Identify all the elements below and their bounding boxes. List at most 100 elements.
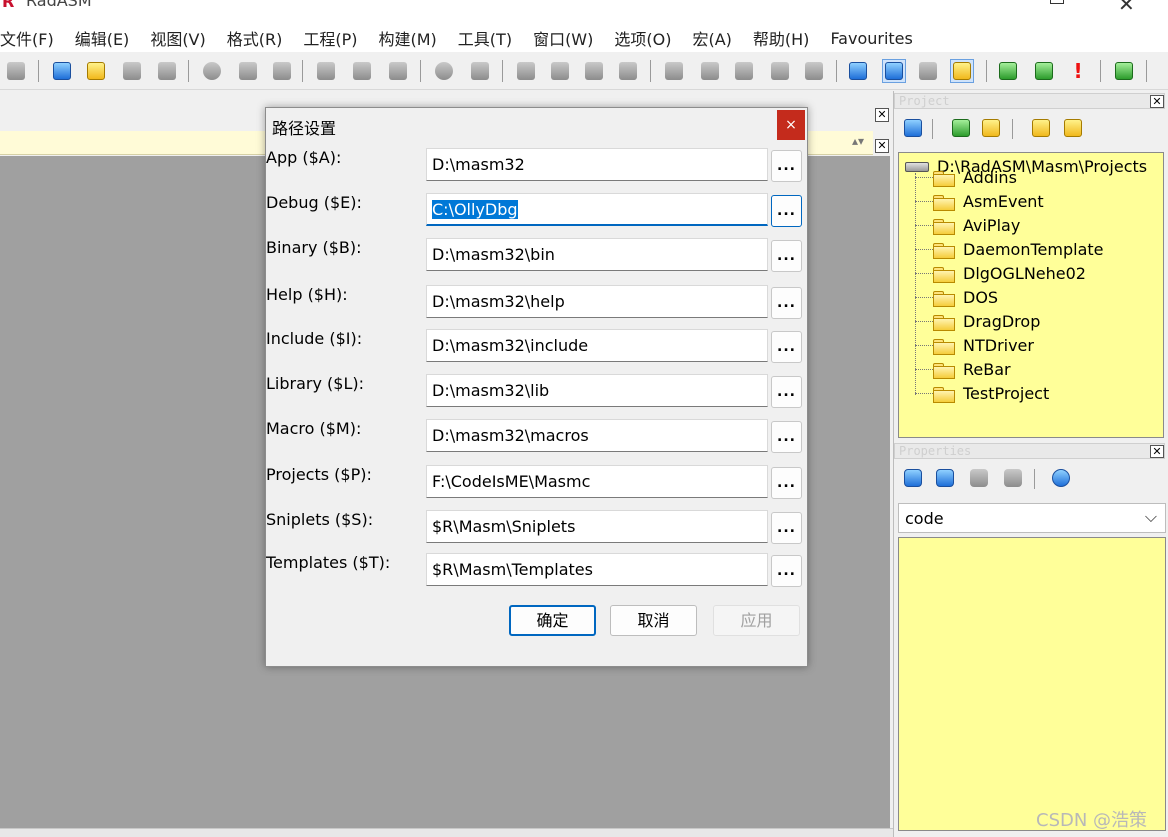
close-pane-icon[interactable]: ✕ [875,139,889,153]
sniplets-path-field[interactable]: $R\Masm\Sniplets [426,510,768,543]
add-folder-icon[interactable] [978,115,1004,141]
next-bookmark-icon[interactable] [548,59,572,83]
tree-item-testproject[interactable]: TestProject [915,384,1049,403]
dialog-close-button[interactable]: × [777,110,805,140]
toolbar-separator [502,60,503,82]
tree-item-ntdriver[interactable]: NTDriver [915,336,1034,355]
tree-item-asmevent[interactable]: AsmEvent [915,192,1044,211]
browse-button[interactable]: ... [771,512,802,544]
favourite-icon[interactable] [950,59,974,83]
apply-button[interactable]: 应用 [713,605,800,636]
path-label: Sniplets ($S): [266,510,374,529]
include-path-field[interactable]: D:\masm32\include [426,329,768,362]
toggle-bookmark-icon[interactable] [514,59,538,83]
tree-item-dos[interactable]: DOS [915,288,998,307]
macro-path-field[interactable]: D:\masm32\macros [426,419,768,452]
browse-button[interactable]: ... [771,195,802,227]
properties-code-icon[interactable] [900,465,926,491]
save-all-icon[interactable] [155,59,179,83]
properties-panel: Properties ✕ code ⌵ [893,441,1168,837]
project-view-icon[interactable] [900,115,926,141]
menu-tools[interactable]: 工具(T) [458,26,512,50]
paste-icon[interactable] [270,59,294,83]
close-properties-panel-icon[interactable]: ✕ [1150,445,1164,458]
binary-path-field[interactable]: D:\masm32\bin [426,238,768,271]
cut-icon[interactable] [200,59,224,83]
properties-struct-icon[interactable] [1000,465,1026,491]
tools-icon[interactable] [916,59,940,83]
app-logo: R [2,0,15,11]
browse-button[interactable]: ... [771,555,802,587]
undo-icon[interactable] [314,59,338,83]
browse-button[interactable]: ... [771,421,802,453]
menu-file[interactable]: 文件(F) [0,26,54,50]
cancel-button[interactable]: 取消 [610,605,697,636]
browse-button[interactable]: ... [771,150,802,182]
find-icon[interactable] [432,59,456,83]
scroll-arrows-icon[interactable]: ▴▾ [849,134,867,152]
library-path-field[interactable]: D:\masm32\lib [426,374,768,407]
browse-button[interactable]: ... [771,467,802,499]
maximize-button[interactable] [1050,0,1064,4]
export-icon[interactable] [1112,59,1136,83]
path-row-help: Help ($H): D:\masm32\help ... [266,285,809,325]
ok-button[interactable]: 确定 [509,605,596,636]
new-file-icon[interactable] [50,59,74,83]
browse-button[interactable]: ... [771,376,802,408]
menu-project[interactable]: 工程(P) [303,26,357,50]
clear-bookmarks-icon[interactable] [616,59,640,83]
view-project-icon[interactable] [882,59,906,83]
open-file-icon[interactable] [84,59,108,83]
menu-edit[interactable]: 编辑(E) [75,26,130,50]
menu-view[interactable]: 视图(V) [150,26,205,50]
tree-item-addins[interactable]: Addins [915,168,1017,187]
refresh-icon[interactable] [1048,465,1074,491]
browse-button[interactable]: ... [771,331,802,363]
debug-path-field[interactable]: C:\OllyDbg [426,193,768,226]
close-window-button[interactable]: ✕ [1118,0,1135,16]
error-icon[interactable]: ! [1066,59,1090,83]
copy-icon[interactable] [236,59,260,83]
templates-path-field[interactable]: $R\Masm\Templates [426,553,768,586]
properties-const-icon[interactable] [966,465,992,491]
open-project-icon[interactable] [1028,115,1054,141]
replace-icon[interactable] [468,59,492,83]
menu-macro[interactable]: 宏(A) [692,26,731,50]
prev-bookmark-icon[interactable] [582,59,606,83]
indent-icon[interactable] [698,59,722,83]
block-icon[interactable] [662,59,686,83]
app-path-field[interactable]: D:\masm32 [426,148,768,181]
folder-icon [933,242,955,259]
tree-item-rebar[interactable]: ReBar [915,360,1011,379]
close-pane-icon[interactable]: ✕ [875,108,889,122]
properties-type-select[interactable]: code ⌵ [898,503,1166,533]
outdent-icon[interactable] [732,59,756,83]
menu-favourites[interactable]: Favourites [830,29,912,48]
save-icon[interactable] [120,59,144,83]
add-file-icon[interactable] [948,115,974,141]
tree-item-daemontemplate[interactable]: DaemonTemplate [915,240,1104,259]
close-project-icon[interactable] [1060,115,1086,141]
uncomment-icon[interactable] [802,59,826,83]
close-project-panel-icon[interactable]: ✕ [1150,95,1164,108]
tree-item-aviplay[interactable]: AviPlay [915,216,1020,235]
help-path-field[interactable]: D:\masm32\help [426,285,768,318]
delete-icon[interactable] [386,59,410,83]
menu-build[interactable]: 构建(M) [379,26,437,50]
build-icon[interactable] [996,59,1020,83]
go-icon[interactable] [1032,59,1056,83]
browse-button[interactable]: ... [771,287,802,319]
menu-window[interactable]: 窗口(W) [533,26,593,50]
menu-format[interactable]: 格式(R) [227,26,283,50]
menu-help[interactable]: 帮助(H) [753,26,810,50]
projects-path-field[interactable]: F:\CodeIsME\Masmc [426,465,768,498]
browse-button[interactable]: ... [771,240,802,272]
tree-item-dlgoglnehe02[interactable]: DlgOGLNehe02 [915,264,1086,283]
comment-icon[interactable] [768,59,792,83]
view-output-icon[interactable] [846,59,870,83]
properties-data-icon[interactable] [932,465,958,491]
menu-options[interactable]: 选项(O) [614,26,671,50]
print-icon[interactable] [4,59,28,83]
tree-item-dragdrop[interactable]: DragDrop [915,312,1040,331]
redo-icon[interactable] [350,59,374,83]
